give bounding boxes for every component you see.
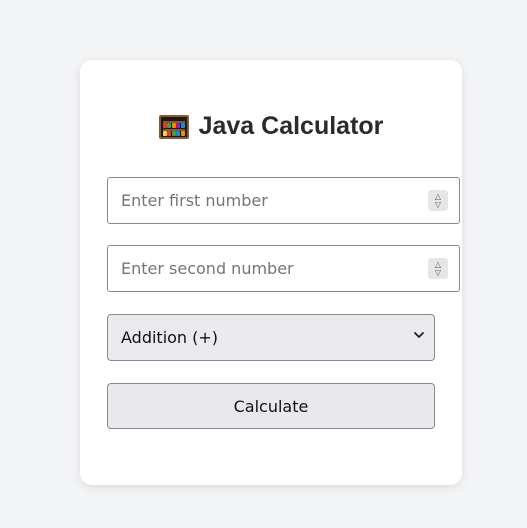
number-spinner[interactable]: △ ▽ [428, 190, 448, 211]
chevron-down-icon[interactable]: ▽ [435, 200, 441, 209]
abacus-icon [158, 114, 189, 139]
first-number-field[interactable]: △ ▽ [107, 177, 460, 224]
calculate-button-label: Calculate [233, 396, 309, 416]
second-number-field[interactable]: △ ▽ [107, 245, 460, 292]
title-text: Java Calculator [198, 112, 384, 140]
number-spinner[interactable]: △ ▽ [428, 258, 448, 279]
chevron-down-icon [414, 332, 424, 338]
page-title: Java Calculator [80, 112, 462, 141]
first-number-input[interactable] [121, 191, 411, 210]
calculator-card: Java Calculator △ ▽ △ ▽ Addition (+) Cal… [80, 60, 462, 485]
operation-selected-value: Addition (+) [121, 328, 219, 347]
operation-select[interactable]: Addition (+) [107, 314, 435, 361]
second-number-input[interactable] [121, 259, 411, 278]
calculate-button[interactable]: Calculate [107, 383, 435, 429]
chevron-down-icon[interactable]: ▽ [435, 268, 441, 277]
